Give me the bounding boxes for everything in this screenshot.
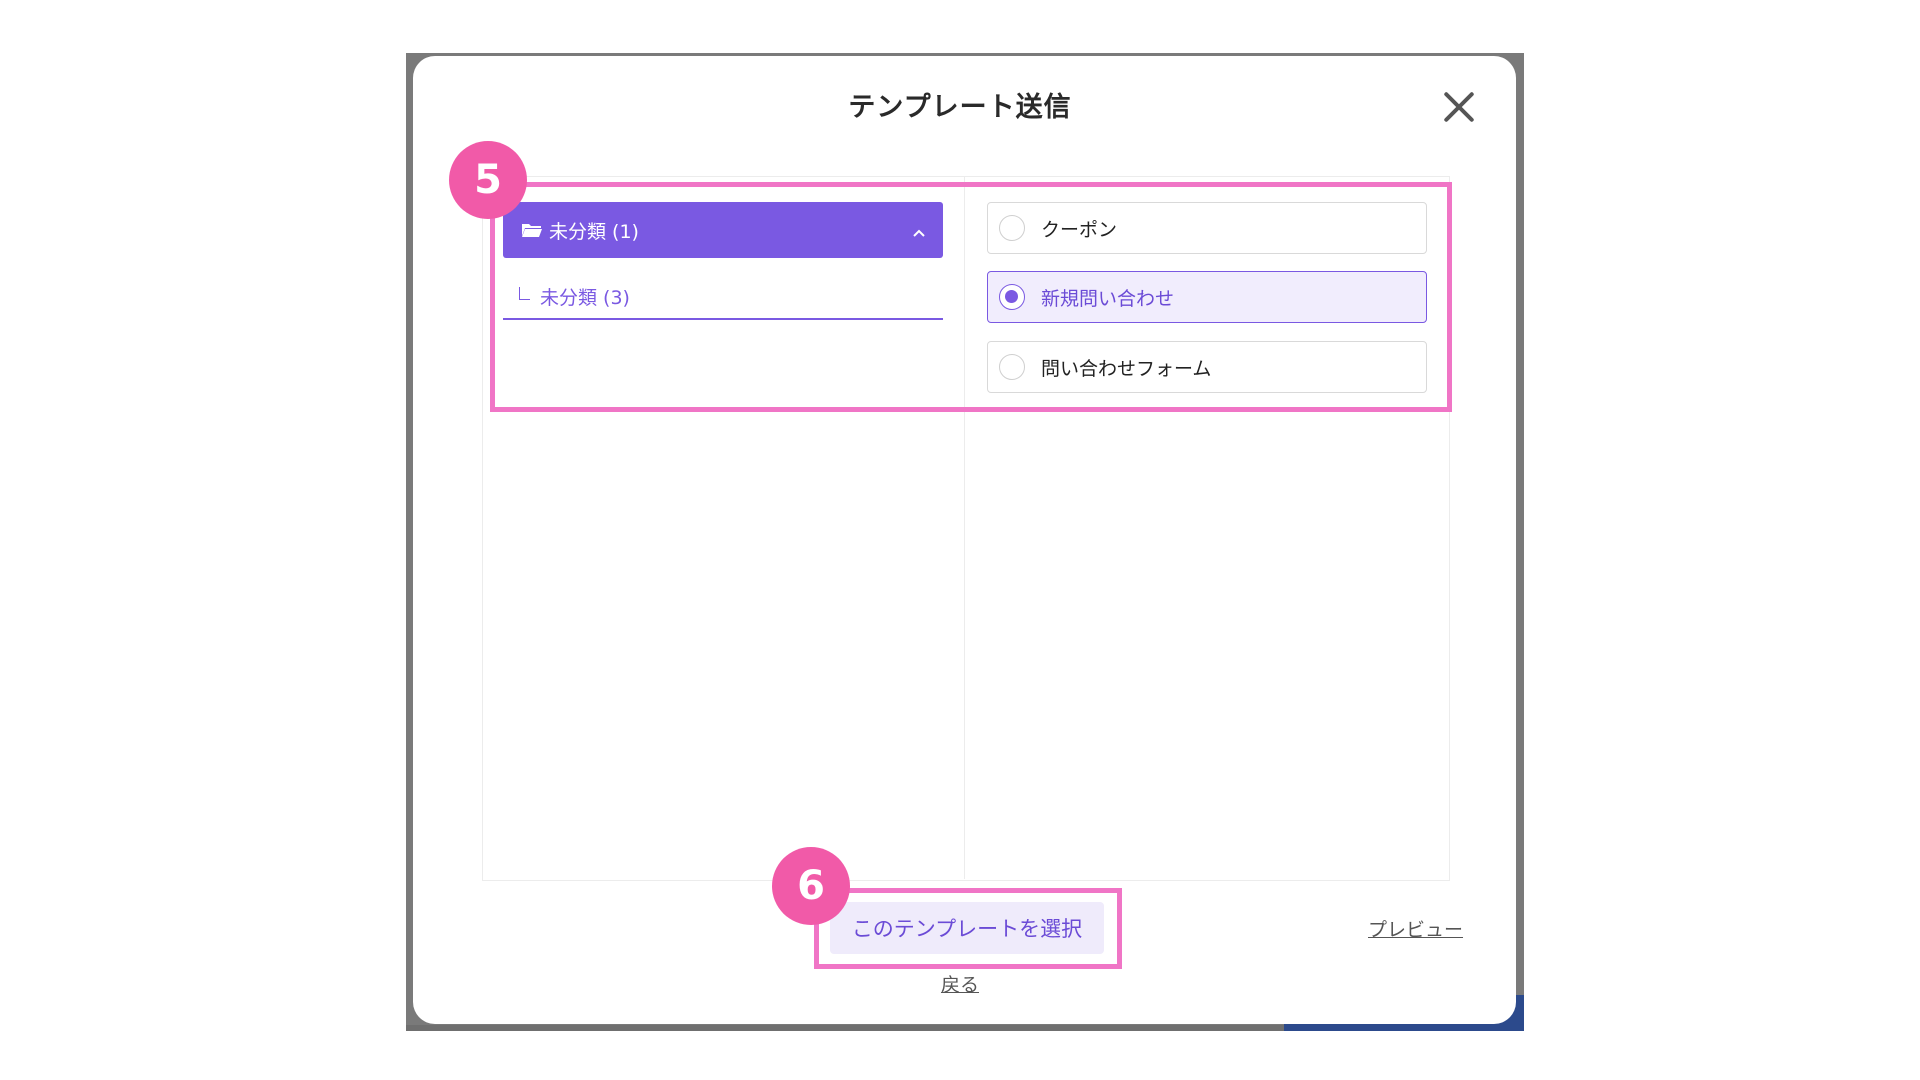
back-link[interactable]: 戻る: [941, 974, 979, 996]
highlight-box-step-5: [490, 182, 1452, 412]
close-icon[interactable]: [1442, 90, 1476, 124]
step-badge-6: 6: [772, 847, 850, 925]
highlight-box-step-6: [814, 888, 1122, 969]
step-badge-5: 5: [449, 141, 527, 219]
modal-title: テンプレート送信: [848, 92, 1072, 123]
preview-link[interactable]: プレビュー: [1368, 915, 1463, 942]
back-link-wrapper: 戻る: [0, 970, 1920, 997]
